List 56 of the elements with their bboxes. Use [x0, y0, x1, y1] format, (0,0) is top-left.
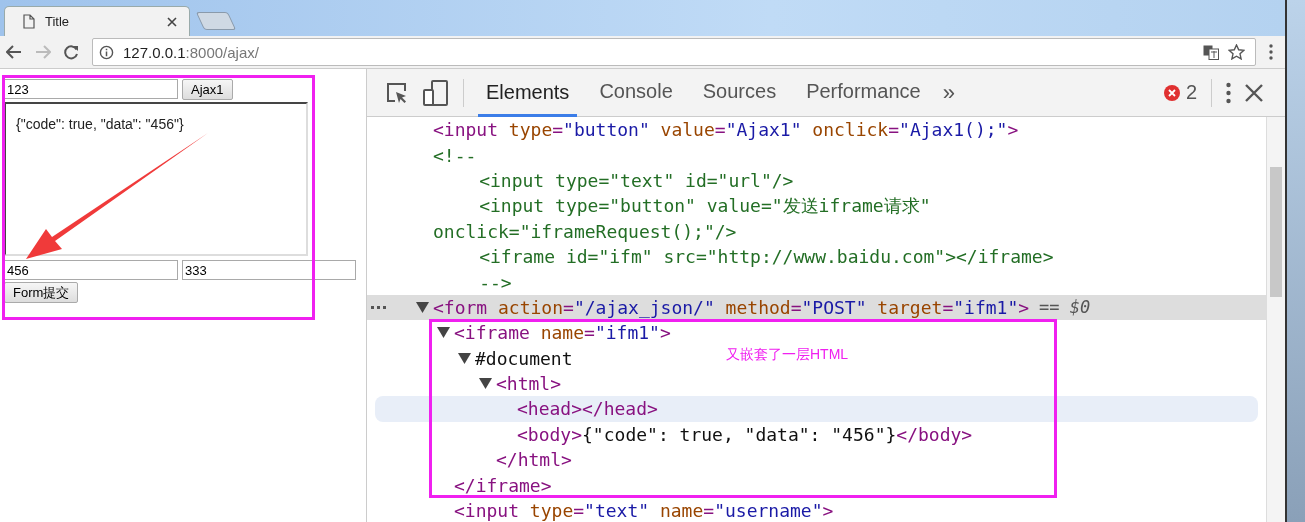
code-line: <form action="/ajax_json/" method="POST" target="ifm1">: [433, 296, 1030, 318]
tree-row[interactable]: <head></head>: [375, 396, 1258, 422]
selection-marker: == $0: [1039, 297, 1091, 318]
code-line: <iframe name="ifm1">: [454, 322, 671, 344]
tree-row[interactable]: <form action="/ajax_json/" method="POST" target="ifm1"> == $0: [367, 294, 1266, 321]
ajax-button[interactable]: Ajax1: [182, 79, 233, 100]
address-field[interactable]: 127.0.0.1:8000/ajax/: [92, 38, 1256, 66]
menu-icon[interactable]: [1269, 44, 1273, 60]
code-line: <iframe id="ifm" src="http://www.baidu.com"></iframe>: [479, 246, 1054, 268]
star-icon[interactable]: [1228, 44, 1245, 60]
close-icon[interactable]: [1245, 83, 1263, 102]
url-host: 127.0.0.1: [123, 43, 186, 61]
iframe-text: {"code": true, "data": "456"}: [16, 116, 184, 132]
page-icon: [23, 14, 35, 29]
code-line: #document: [475, 347, 573, 369]
expand-arrow-icon[interactable]: [437, 326, 450, 340]
code-line: <input type="button" value="Ajax1" onclick="Ajax1();">: [433, 119, 1019, 141]
expand-arrow-icon[interactable]: [416, 300, 429, 314]
reload-icon[interactable]: [64, 44, 79, 60]
submit-button[interactable]: Form提交: [4, 282, 79, 303]
code-line: <head></head>: [517, 398, 658, 420]
code-line: <html>: [496, 373, 562, 395]
code-line: <input type="text" name="username">: [454, 500, 834, 522]
url-path: :8000/ajax/: [185, 43, 259, 61]
code-line: -->: [479, 271, 512, 293]
back-icon[interactable]: [6, 45, 22, 59]
expand-arrow-icon[interactable]: [479, 377, 492, 391]
devtools-tab[interactable]: Elements: [478, 68, 578, 117]
text-input[interactable]: 333: [182, 260, 356, 280]
code-line: <input type="text" id="url"/>: [479, 169, 794, 191]
browser-tab[interactable]: Title: [4, 6, 190, 36]
code-line: </html>: [496, 449, 572, 471]
translate-icon[interactable]: [1203, 44, 1219, 60]
annotation-text: 又嵌套了一层HTML: [726, 346, 849, 364]
error-icon: [1163, 84, 1180, 101]
devtools-tab[interactable]: Console: [591, 68, 681, 117]
code-line: <body>{"code": true, "data": "456"}</body>: [517, 423, 973, 445]
ellipsis-icon[interactable]: [371, 305, 386, 309]
expand-arrow-icon[interactable]: [458, 351, 471, 365]
error-count: 2: [1185, 81, 1197, 104]
inspect-icon[interactable]: [385, 80, 409, 105]
code-line: </iframe>: [454, 474, 552, 496]
text-input[interactable]: 456: [4, 260, 178, 280]
tab-title: Title: [45, 14, 71, 29]
text-input[interactable]: 123: [4, 79, 178, 99]
more-tabs-icon[interactable]: »: [942, 79, 955, 106]
info-icon: [99, 44, 114, 60]
device-icon[interactable]: [423, 79, 449, 106]
code-line: <!--: [433, 144, 477, 166]
code-line: onclick="iframeRequest();"/>: [433, 220, 737, 242]
scrollbar[interactable]: [1266, 117, 1285, 522]
close-icon[interactable]: [167, 16, 177, 27]
code-line: <input type="button" value="发送iframe请求": [479, 193, 931, 218]
devtools-tab[interactable]: Sources: [694, 68, 785, 117]
kebab-menu-icon[interactable]: [1226, 81, 1231, 104]
devtools-tab[interactable]: Performance: [798, 68, 929, 117]
